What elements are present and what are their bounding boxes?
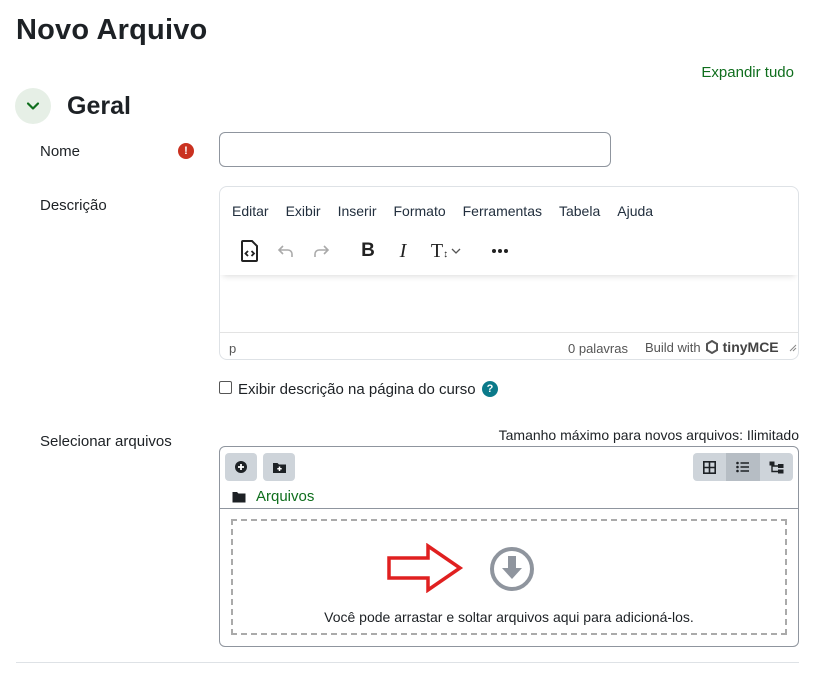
italic-button[interactable]: I bbox=[391, 237, 415, 265]
add-file-button[interactable] bbox=[225, 453, 257, 481]
chevron-down-icon bbox=[26, 102, 40, 110]
resize-handle-icon[interactable] bbox=[787, 342, 797, 352]
source-code-icon bbox=[241, 240, 258, 262]
select-files-label: Selecionar arquivos bbox=[40, 433, 172, 450]
help-icon[interactable]: ? bbox=[482, 381, 498, 397]
name-input[interactable] bbox=[219, 132, 611, 167]
section-collapse-button[interactable] bbox=[15, 88, 51, 124]
menu-exibir[interactable]: Exibir bbox=[286, 203, 321, 219]
more-button[interactable] bbox=[488, 237, 512, 265]
divider bbox=[220, 508, 798, 509]
view-switcher bbox=[693, 453, 793, 481]
build-with-text: Build with bbox=[645, 339, 701, 355]
undo-button[interactable] bbox=[274, 237, 298, 265]
redo-icon bbox=[314, 245, 330, 257]
file-picker: Arquivos Você pode arrastar e soltar arq… bbox=[219, 446, 799, 647]
menu-editar[interactable]: Editar bbox=[232, 203, 269, 219]
drop-zone[interactable]: Você pode arrastar e soltar arquivos aqu… bbox=[231, 519, 787, 635]
tree-view-button[interactable] bbox=[759, 453, 793, 481]
word-count[interactable]: 0 palavras bbox=[568, 341, 628, 356]
folder-icon bbox=[232, 491, 246, 502]
font-size-button[interactable]: T↕ bbox=[426, 237, 466, 265]
breadcrumb-files-link[interactable]: Arquivos bbox=[256, 488, 314, 505]
menu-inserir[interactable]: Inserir bbox=[338, 203, 377, 219]
menu-formato[interactable]: Formato bbox=[394, 203, 446, 219]
tinymce-brand: tinyMCE bbox=[722, 339, 779, 355]
element-path[interactable]: p bbox=[229, 341, 236, 356]
menu-ajuda[interactable]: Ajuda bbox=[617, 203, 653, 219]
editor-menubar: Editar Exibir Inserir Formato Ferramenta… bbox=[232, 203, 670, 219]
description-label: Descrição bbox=[40, 197, 107, 214]
editor-toolbar: B I T↕ bbox=[220, 227, 798, 275]
add-file-icon bbox=[235, 461, 247, 473]
required-icon: ! bbox=[178, 143, 194, 159]
bold-button[interactable]: B bbox=[356, 237, 380, 265]
name-label: Nome bbox=[40, 143, 81, 160]
description-editor: Editar Exibir Inserir Formato Ferramenta… bbox=[219, 186, 799, 360]
menu-tabela[interactable]: Tabela bbox=[559, 203, 600, 219]
font-size-icon: T↕ bbox=[430, 239, 449, 262]
list-icon bbox=[736, 461, 749, 473]
list-view-button[interactable] bbox=[726, 453, 760, 481]
italic-icon: I bbox=[399, 239, 407, 262]
section-title: Geral bbox=[67, 92, 131, 120]
grid-icon bbox=[703, 460, 717, 474]
menu-ferramentas[interactable]: Ferramentas bbox=[463, 203, 542, 219]
editor-statusbar: p 0 palavras Build with tinyMCE bbox=[220, 332, 798, 359]
download-arrow-icon bbox=[490, 547, 534, 591]
max-size-text: Tamanho máximo para novos arquivos: Ilim… bbox=[498, 427, 799, 443]
show-description-checkbox[interactable] bbox=[219, 381, 232, 394]
drop-instructions: Você pode arrastar e soltar arquivos aqu… bbox=[324, 609, 694, 625]
build-with-tinymce[interactable]: Build with tinyMCE bbox=[645, 339, 797, 355]
source-code-button[interactable] bbox=[238, 237, 262, 265]
create-folder-button[interactable] bbox=[263, 453, 295, 481]
chevron-down-icon bbox=[451, 248, 461, 254]
annotation-arrow-icon bbox=[387, 543, 464, 593]
section-divider bbox=[16, 662, 799, 663]
tree-icon bbox=[769, 461, 784, 473]
page-title: Novo Arquivo bbox=[16, 14, 208, 46]
more-icon bbox=[492, 249, 508, 253]
undo-icon bbox=[277, 245, 293, 257]
show-description-label: Exibir descrição na página do curso bbox=[238, 381, 476, 398]
grid-view-button[interactable] bbox=[693, 453, 727, 481]
redo-button[interactable] bbox=[309, 237, 333, 265]
breadcrumb: Arquivos bbox=[232, 488, 314, 505]
tinymce-logo-icon bbox=[705, 340, 718, 354]
expand-all-link[interactable]: Expandir tudo bbox=[701, 64, 794, 81]
bold-icon: B bbox=[361, 240, 375, 261]
add-folder-icon bbox=[272, 462, 286, 473]
